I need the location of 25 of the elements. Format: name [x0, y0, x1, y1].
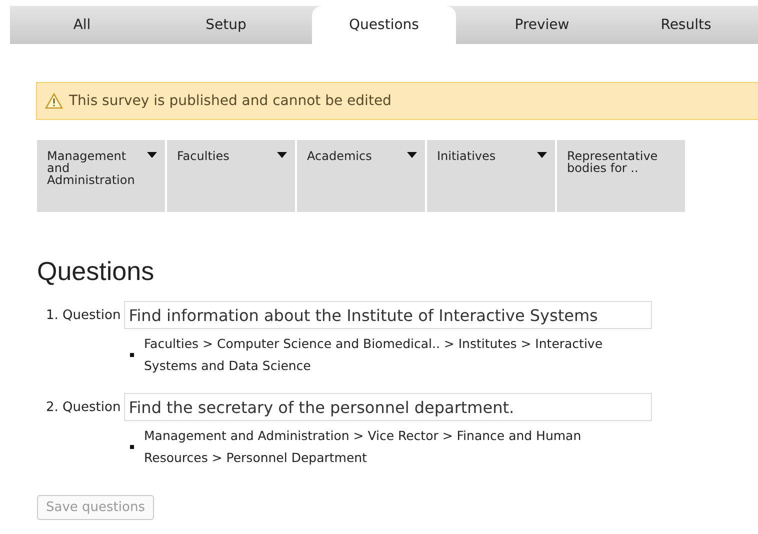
- question-label: 1. Question: [46, 308, 121, 322]
- tab[interactable]: Setup: [154, 6, 298, 44]
- question-field[interactable]: Find the secretary of the personnel department.: [124, 393, 652, 421]
- question-label: 2. Question: [46, 400, 121, 414]
- menu-item[interactable]: Management and Administration: [37, 140, 165, 212]
- caret-icon: [147, 152, 157, 158]
- warning-text: This survey is published and cannot be edited: [69, 93, 392, 109]
- tab[interactable]: Questions: [312, 6, 456, 44]
- navigation-path: Faculties > Computer Science and Biomedical.. > Institutes > Interactive Systems and Data Science: [144, 335, 604, 375]
- warning-icon: [45, 93, 63, 109]
- section-heading: Questions: [37, 256, 156, 287]
- menu-item[interactable]: Academics: [297, 140, 425, 212]
- menu-item[interactable]: Initiatives: [427, 140, 555, 212]
- caret-icon: [277, 152, 287, 158]
- navigation-path: Management and Administration > Vice Rector > Finance and Human Resources > Personnel Department: [144, 427, 582, 467]
- question-field[interactable]: Find information about the Institute of Interactive Systems: [124, 301, 652, 329]
- menu-item[interactable]: Faculties: [167, 140, 295, 212]
- menu-item[interactable]: Representative bodies for ..: [557, 140, 685, 212]
- bullet-icon: [130, 353, 134, 357]
- tab[interactable]: All: [10, 6, 154, 44]
- tab[interactable]: Results: [614, 6, 758, 44]
- bullet-icon: [130, 445, 134, 449]
- caret-icon: [537, 152, 547, 158]
- tab[interactable]: Preview: [470, 6, 614, 44]
- caret-icon: [407, 152, 417, 158]
